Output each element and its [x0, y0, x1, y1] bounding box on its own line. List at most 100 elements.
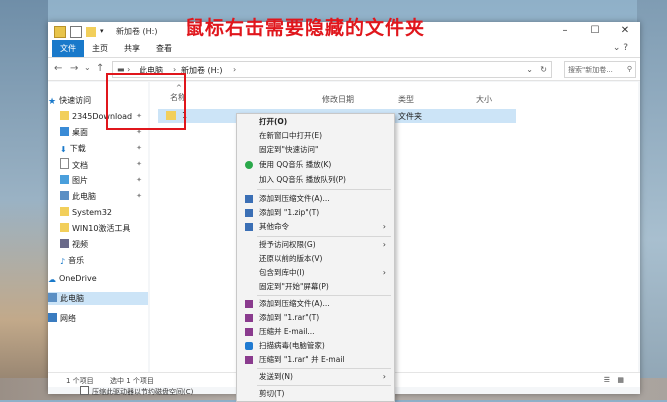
recent-dropdown-icon[interactable]: ⌄	[84, 63, 91, 72]
tiles-view-icon[interactable]: ▦	[617, 376, 624, 384]
menu-item-label: 剪切(T)	[259, 389, 285, 398]
menu-item-label: 发送到(N)	[259, 372, 293, 381]
tab-home[interactable]: 主页	[84, 40, 116, 57]
menu-item-add-rar[interactable]: 添加到 "1.rar"(T)	[237, 312, 394, 324]
pin-icon: ✦	[136, 144, 142, 152]
tab-file[interactable]: 文件	[52, 40, 84, 57]
menu-item-label: 固定到"快速访问"	[259, 145, 319, 154]
tab-share[interactable]: 共享	[116, 40, 148, 57]
menu-item-add-zip[interactable]: 添加到 "1.zip"(T)	[237, 207, 394, 219]
forward-icon[interactable]: →	[70, 63, 78, 74]
sidebar-item-this-pc-pinned[interactable]: 此电脑 ✦	[48, 190, 148, 203]
menu-separator	[257, 236, 391, 237]
breadcrumb-separator-icon: ›	[233, 65, 237, 74]
menu-item-label: 打开(O)	[259, 117, 288, 126]
menu-item-include-library[interactable]: 包含到库中(I) ›	[237, 267, 394, 279]
menu-item-label: 其他命令	[259, 222, 289, 231]
menu-item-restore-versions[interactable]: 还原以前的版本(V)	[237, 253, 394, 265]
address-dropdown-icon[interactable]: ⌄	[526, 65, 533, 74]
search-icon[interactable]: ⚲	[627, 65, 632, 73]
menu-item-scan-virus[interactable]: 扫描病毒(电脑管家)	[237, 340, 394, 352]
menu-item-grant-access[interactable]: 授予访问权限(G) ›	[237, 239, 394, 251]
submenu-arrow-icon: ›	[382, 222, 386, 231]
window-title: 新加卷 (H:)	[116, 27, 158, 36]
ribbon-expand-icon[interactable]: ⌄ ?	[605, 40, 636, 57]
sidebar-item-label: OneDrive	[59, 274, 97, 283]
menu-item-label: 在新窗口中打开(E)	[259, 131, 323, 140]
sidebar-item-label: System32	[72, 208, 113, 217]
new-folder-icon[interactable]	[86, 27, 96, 37]
checkbox-icon[interactable]	[80, 386, 89, 395]
archive-icon	[245, 223, 253, 231]
winrar-icon	[245, 300, 253, 308]
sidebar-item-label: 图片	[72, 176, 88, 185]
menu-item-qq-play[interactable]: 使用 QQ音乐 播放(K)	[237, 159, 394, 171]
computer-icon	[48, 293, 57, 302]
menu-item-open-new-window[interactable]: 在新窗口中打开(E)	[237, 130, 394, 142]
menu-item-cut[interactable]: 剪切(T)	[237, 388, 394, 400]
sidebar-item-documents[interactable]: 文档 ✦	[48, 158, 148, 171]
toolbar-dropdown-icon[interactable]: ▾	[100, 27, 106, 37]
winrar-icon	[245, 328, 253, 336]
column-size[interactable]: 大小	[476, 94, 492, 105]
sidebar-item-label: 文档	[72, 161, 88, 170]
menu-item-add-archive-rar[interactable]: 添加到压缩文件(A)...	[237, 298, 394, 310]
sidebar-item-music[interactable]: ♪ 音乐	[48, 254, 148, 267]
music-icon: ♪	[60, 257, 66, 266]
menu-item-open[interactable]: 打开(O)	[237, 116, 394, 128]
column-type[interactable]: 类型	[398, 94, 414, 105]
refresh-icon[interactable]: ↻	[540, 65, 547, 74]
menu-item-label: 加入 QQ音乐 播放队列(P)	[259, 175, 346, 184]
pin-icon: ✦	[136, 192, 142, 200]
maximize-button[interactable]: ☐	[580, 22, 610, 40]
menu-item-label: 使用 QQ音乐 播放(K)	[259, 160, 332, 169]
tab-view[interactable]: 查看	[148, 40, 180, 57]
sidebar-item-downloads[interactable]: ⬇ 下载 ✦	[48, 142, 148, 155]
up-icon[interactable]: ↑	[96, 63, 104, 74]
properties-icon[interactable]	[70, 26, 82, 38]
column-modified[interactable]: 修改日期	[322, 94, 354, 105]
menu-item-label: 添加到 "1.zip"(T)	[259, 208, 320, 217]
menu-item-label: 压缩到 "1.rar" 并 E-mail	[259, 355, 345, 364]
menu-item-label: 添加到压缩文件(A)...	[259, 299, 330, 308]
menu-item-label: 固定到"开始"屏幕(P)	[259, 282, 329, 291]
minimize-button[interactable]: –	[550, 22, 580, 40]
submenu-arrow-icon: ›	[382, 372, 386, 381]
submenu-arrow-icon: ›	[382, 240, 386, 249]
menu-item-send-to[interactable]: 发送到(N) ›	[237, 371, 394, 383]
sidebar-item-onedrive[interactable]: ☁ OneDrive	[48, 272, 148, 285]
menu-item-compress-rar-email[interactable]: 压缩到 "1.rar" 并 E-mail	[237, 354, 394, 366]
sidebar-item-system32[interactable]: System32	[48, 206, 148, 219]
background-photo-right	[637, 0, 667, 400]
menu-item-other-commands[interactable]: 其他命令 ›	[237, 221, 394, 233]
sidebar-item-this-pc[interactable]: 此电脑	[48, 292, 148, 305]
desktop-icon	[60, 127, 69, 136]
menu-item-add-archive[interactable]: 添加到压缩文件(A)...	[237, 193, 394, 205]
selection-count: 选中 1 个项目	[110, 377, 154, 385]
quick-access-toolbar: ▾	[54, 26, 106, 38]
download-icon: ⬇	[60, 145, 67, 154]
menu-item-pin-quick-access[interactable]: 固定到"快速访问"	[237, 144, 394, 156]
file-type: 文件夹	[398, 112, 422, 121]
menu-item-compress-email[interactable]: 压缩并 E-mail...	[237, 326, 394, 338]
menu-separator	[257, 385, 391, 386]
sidebar-item-label: 快速访问	[59, 96, 92, 105]
compress-drive-option[interactable]: 压缩此驱动器以节约磁盘空间(C)	[80, 386, 193, 397]
sidebar-item-network[interactable]: 网络	[48, 312, 148, 325]
sidebar-item-label: 网络	[60, 314, 76, 323]
sidebar-item-videos[interactable]: 视频	[48, 238, 148, 251]
menu-item-qq-queue[interactable]: 加入 QQ音乐 播放队列(P)	[237, 174, 394, 186]
menu-item-label: 压缩并 E-mail...	[259, 327, 315, 336]
back-icon[interactable]: ←	[54, 63, 62, 74]
details-view-icon[interactable]: ☰	[604, 376, 610, 384]
close-button[interactable]: ✕	[610, 22, 640, 40]
breadcrumb-drive[interactable]: 新加卷 (H:)	[181, 65, 223, 76]
sidebar-item-win10-tool[interactable]: WIN10激活工具	[48, 222, 148, 235]
ribbon-tabs: 文件 主页 共享 查看 ⌄ ?	[48, 40, 640, 58]
menu-item-pin-start[interactable]: 固定到"开始"屏幕(P)	[237, 281, 394, 293]
menu-separator	[257, 295, 391, 296]
pin-icon: ✦	[136, 160, 142, 168]
search-input[interactable]: 搜索"新加卷... ⚲	[564, 61, 636, 78]
background-photo-left	[0, 0, 48, 400]
sidebar-item-pictures[interactable]: 图片 ✦	[48, 174, 148, 187]
